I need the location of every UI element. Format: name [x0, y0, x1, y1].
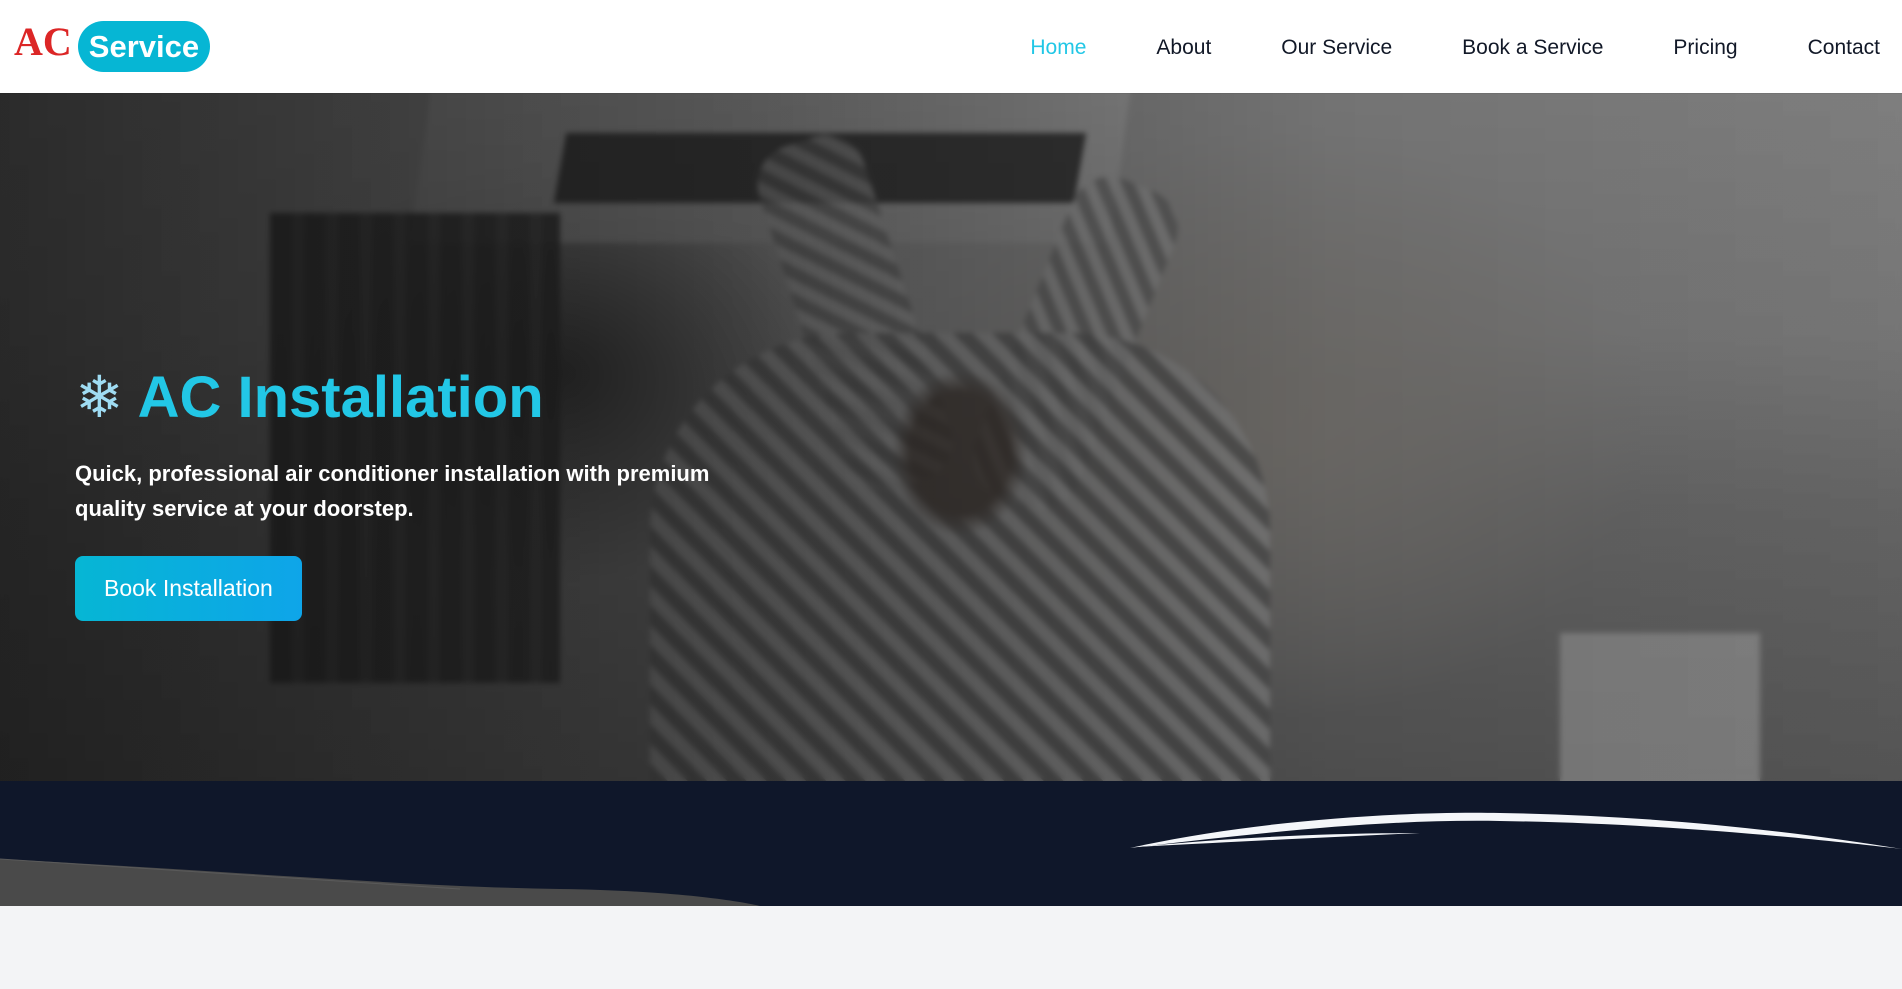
site-header: AC Service Home About Our Service Book a…: [0, 0, 1902, 93]
hero-subtitle: Quick, professional air conditioner inst…: [75, 460, 710, 521]
hero-content: ❄ AC Installation Quick, professional ai…: [75, 365, 795, 622]
nav-book-service-link[interactable]: Book a Service: [1462, 36, 1603, 60]
nav-our-service-link[interactable]: Our Service: [1281, 36, 1392, 60]
nav-about-link[interactable]: About: [1156, 36, 1211, 60]
wave-divider: [0, 781, 1902, 906]
snowflake-icon: ❄: [75, 365, 124, 431]
hero-title-text: AC Installation: [137, 365, 544, 430]
nav-pricing-link[interactable]: Pricing: [1673, 36, 1737, 60]
content-area: [0, 906, 1902, 989]
logo-ac-text: AC: [14, 18, 72, 64]
book-installation-button[interactable]: Book Installation: [75, 556, 302, 622]
site-logo[interactable]: AC Service: [14, 18, 211, 72]
hero-title: ❄ AC Installation: [75, 365, 795, 432]
nav-home-link[interactable]: Home: [1030, 36, 1086, 60]
hero-section: ❄ AC Installation Quick, professional ai…: [0, 93, 1902, 781]
logo-service-pill: Service: [77, 21, 211, 72]
nav-contact-link[interactable]: Contact: [1808, 36, 1880, 60]
main-nav: Home About Our Service Book a Service Pr…: [960, 36, 1880, 60]
